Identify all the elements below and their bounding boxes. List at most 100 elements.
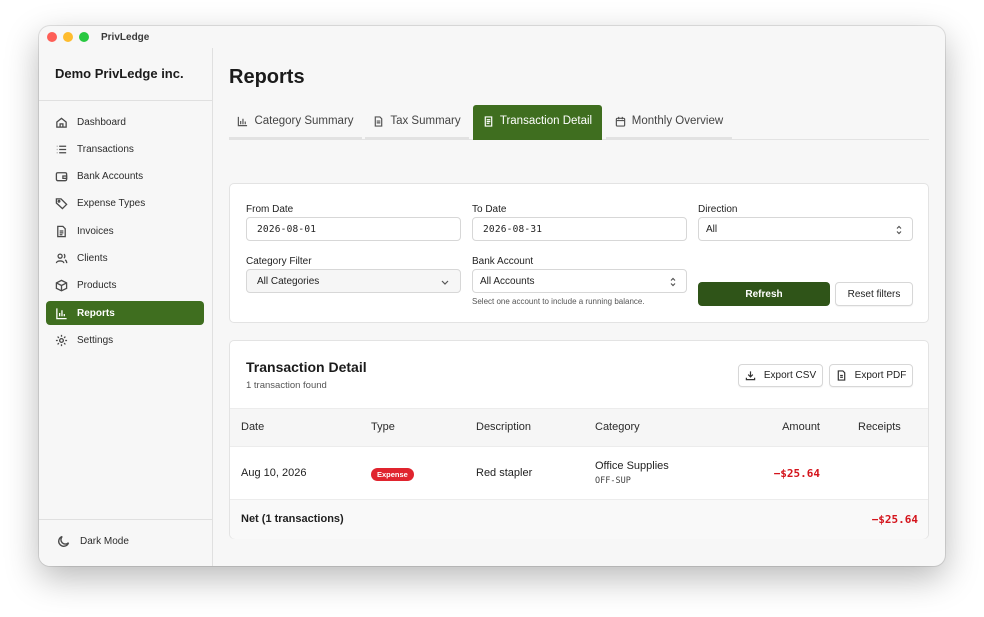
- tab-tax-summary[interactable]: Tax Summary: [365, 105, 469, 140]
- dark-mode-toggle[interactable]: Dark Mode: [57, 534, 129, 548]
- app-window: PrivLedge Demo PrivLedge inc. Dashboard …: [39, 26, 945, 566]
- from-date-value: 2026-08-01: [257, 223, 317, 235]
- home-icon: [56, 116, 67, 128]
- sidebar-item-label: Dashboard: [77, 116, 126, 128]
- sidebar-item-label: Transactions: [77, 143, 134, 155]
- refresh-button[interactable]: Refresh: [698, 282, 830, 306]
- filters-panel: From Date 2026-08-01 To Date 2026-08-31 …: [229, 183, 929, 323]
- sidebar-item-label: Products: [77, 280, 117, 292]
- column-header-receipts[interactable]: Receipts: [858, 421, 901, 433]
- export-pdf-label: Export PDF: [854, 370, 907, 381]
- to-date-value: 2026-08-31: [483, 223, 543, 235]
- row-description: Red stapler: [476, 467, 533, 479]
- sidebar-nav: Dashboard Transactions Bank Accounts Exp…: [46, 110, 204, 356]
- sidebar-item-settings[interactable]: Settings: [46, 328, 204, 352]
- tab-transaction-detail[interactable]: Transaction Detail: [473, 105, 602, 140]
- sidebar-divider: [39, 100, 212, 101]
- detail-subtitle: 1 transaction found: [246, 380, 327, 391]
- row-date: Aug 10, 2026: [241, 467, 307, 479]
- table-row[interactable]: Aug 10, 2026 Expense Red stapler Office …: [230, 447, 928, 500]
- reset-filters-button[interactable]: Reset filters: [835, 282, 913, 306]
- document-icon: [57, 225, 66, 237]
- sidebar: Demo PrivLedge inc. Dashboard Transactio…: [39, 48, 213, 566]
- sidebar-item-invoices[interactable]: Invoices: [46, 219, 204, 243]
- list-icon: [56, 145, 67, 154]
- calendar-icon: [615, 116, 626, 127]
- sidebar-item-label: Reports: [77, 307, 115, 319]
- row-category: Office Supplies: [595, 460, 669, 472]
- export-csv-button[interactable]: Export CSV: [738, 364, 823, 387]
- sidebar-item-expense-types[interactable]: Expense Types: [46, 192, 204, 216]
- column-header-description[interactable]: Description: [476, 421, 531, 433]
- sidebar-item-label: Settings: [77, 334, 114, 346]
- tab-label: Tax Summary: [390, 115, 461, 127]
- sidebar-item-label: Clients: [77, 252, 108, 264]
- export-pdf-button[interactable]: Export PDF: [829, 364, 913, 387]
- bank-account-select[interactable]: All Accounts: [472, 269, 687, 293]
- gear-icon: [55, 334, 68, 346]
- tab-label: Transaction Detail: [499, 115, 593, 127]
- column-header-category[interactable]: Category: [595, 421, 640, 433]
- bank-account-hint: Select one account to include a running …: [472, 297, 645, 306]
- company-name: Demo PrivLedge inc.: [55, 66, 184, 81]
- category-filter-label: Category Filter: [246, 256, 312, 267]
- bar-chart-icon: [238, 116, 248, 126]
- direction-label: Direction: [698, 204, 738, 215]
- box-icon: [55, 279, 68, 292]
- type-badge: Expense: [371, 468, 414, 481]
- sidebar-item-label: Expense Types: [77, 198, 146, 210]
- column-header-amount[interactable]: Amount: [782, 421, 820, 433]
- direction-select[interactable]: All: [698, 217, 913, 241]
- sidebar-divider: [39, 519, 212, 520]
- column-header-date[interactable]: Date: [241, 421, 264, 433]
- tab-category-summary[interactable]: Category Summary: [229, 105, 362, 140]
- download-icon: [745, 371, 756, 381]
- app-title: PrivLedge: [101, 31, 150, 43]
- category-filter-value: All Categories: [257, 275, 320, 287]
- tab-monthly-overview[interactable]: Monthly Overview: [606, 105, 732, 140]
- sidebar-item-reports[interactable]: Reports: [46, 301, 204, 326]
- to-date-label: To Date: [472, 204, 507, 215]
- category-filter-select[interactable]: All Categories: [246, 269, 461, 293]
- bank-account-label: Bank Account: [472, 256, 534, 267]
- column-header-type[interactable]: Type: [371, 421, 395, 433]
- file-icon: [837, 370, 845, 381]
- moon-icon: [58, 535, 70, 547]
- table-footer: Net (1 transactions) −$25.64: [230, 500, 928, 539]
- detail-title: Transaction Detail: [246, 359, 367, 375]
- page-title: Reports: [229, 66, 305, 88]
- tab-label: Category Summary: [254, 115, 354, 127]
- export-csv-label: Export CSV: [763, 370, 817, 381]
- row-category-code: OFF-SUP: [595, 476, 631, 486]
- sidebar-item-transactions[interactable]: Transactions: [46, 137, 204, 161]
- minimize-window-button[interactable]: [63, 32, 73, 42]
- tab-label: Monthly Overview: [631, 115, 724, 127]
- from-date-input[interactable]: 2026-08-01: [246, 217, 461, 241]
- sidebar-item-dashboard[interactable]: Dashboard: [46, 110, 204, 134]
- to-date-input[interactable]: 2026-08-31: [472, 217, 687, 241]
- report-tabs: Category Summary Tax Summary Transaction…: [229, 105, 929, 162]
- sidebar-item-label: Invoices: [77, 225, 114, 237]
- net-amount: −$25.64: [871, 513, 918, 526]
- wallet-icon: [55, 172, 68, 182]
- sidebar-item-products[interactable]: Products: [46, 274, 204, 298]
- net-label: Net (1 transactions): [241, 513, 344, 525]
- table-header: Date Type Description Category Amount Re…: [230, 408, 928, 447]
- direction-value: All: [706, 223, 718, 235]
- close-window-button[interactable]: [47, 32, 57, 42]
- users-icon: [55, 253, 68, 264]
- sidebar-item-label: Bank Accounts: [77, 171, 144, 183]
- sidebar-item-clients[interactable]: Clients: [46, 246, 204, 270]
- bar-chart-icon: [56, 307, 67, 319]
- chevron-updown-icon: [894, 224, 904, 236]
- chevron-updown-icon: [668, 276, 678, 288]
- chevron-down-icon: [440, 276, 450, 288]
- from-date-label: From Date: [246, 204, 294, 215]
- sidebar-item-bank-accounts[interactable]: Bank Accounts: [46, 165, 204, 189]
- bank-account-value: All Accounts: [480, 275, 535, 287]
- maximize-window-button[interactable]: [79, 32, 89, 42]
- main-content: Reports Category Summary Tax Summary Tra…: [214, 48, 945, 566]
- document-icon: [375, 115, 383, 127]
- tag-icon: [55, 198, 68, 210]
- title-bar: PrivLedge: [39, 26, 945, 48]
